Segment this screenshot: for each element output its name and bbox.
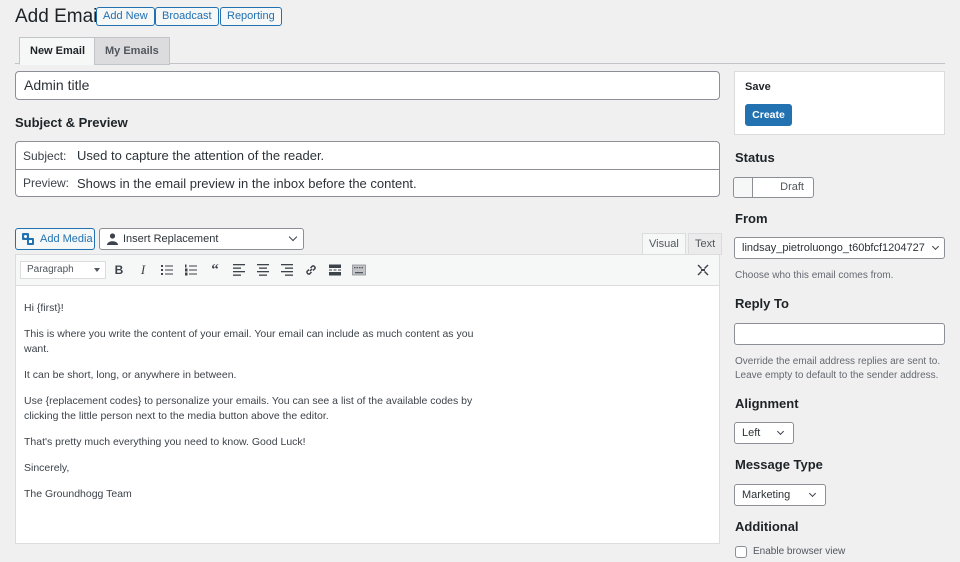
dropdown-arrow-icon	[94, 268, 100, 272]
bold-icon[interactable]: B	[111, 262, 127, 278]
add-media-label: Add Media	[40, 233, 93, 245]
content-paragraph: It can be short, long, or anywhere in be…	[24, 369, 237, 381]
broadcast-button[interactable]: Broadcast	[155, 7, 219, 26]
additional-heading: Additional	[735, 519, 799, 534]
from-heading: From	[735, 211, 768, 226]
reply-to-hint-2: Leave empty to default to the sender add…	[735, 370, 939, 381]
bulleted-list-icon[interactable]	[159, 262, 175, 278]
content-paragraph: That's pretty much everything you need t…	[24, 436, 306, 448]
tab-bar: New Email My Emails	[15, 37, 945, 65]
read-more-icon[interactable]	[327, 262, 343, 278]
reply-to-heading: Reply To	[735, 296, 789, 311]
preview-input[interactable]: Shows in the email preview in the inbox …	[77, 176, 417, 191]
toggle-knob	[734, 178, 753, 197]
add-media-button[interactable]: Add Media	[15, 228, 95, 250]
tab-text[interactable]: Text	[688, 233, 723, 255]
content-paragraph: Sincerely,	[24, 462, 70, 474]
numbered-list-icon[interactable]	[183, 262, 199, 278]
chevron-down-icon	[931, 242, 940, 251]
from-select[interactable]: lindsay_pietroluongo_t60bfcf1204727	[734, 237, 945, 259]
alignment-select[interactable]: Left	[734, 422, 794, 444]
tab-visual[interactable]: Visual	[642, 233, 686, 255]
alignment-select-value: Left	[742, 427, 761, 439]
preview-field[interactable]: Preview: Shows in the email preview in t…	[16, 169, 719, 196]
person-icon	[107, 233, 118, 245]
subject-input[interactable]: Used to capture the attention of the rea…	[77, 148, 324, 163]
from-select-value: lindsay_pietroluongo_t60bfcf1204727	[742, 242, 925, 254]
reporting-button[interactable]: Reporting	[220, 7, 282, 26]
toolbar-toggle-icon[interactable]	[351, 262, 367, 278]
editor-toolbar: Paragraph B I “	[16, 255, 719, 286]
blockquote-icon[interactable]: “	[207, 262, 223, 278]
subject-preview-heading: Subject & Preview	[15, 115, 128, 130]
italic-icon[interactable]: I	[135, 262, 151, 278]
email-editor: Paragraph B I “ Hi {first}! This is wher…	[15, 254, 720, 544]
insert-replacement-select[interactable]: Insert Replacement	[99, 228, 304, 250]
status-heading: Status	[735, 150, 775, 165]
align-center-icon[interactable]	[255, 262, 271, 278]
content-paragraph: Hi {first}!	[24, 302, 64, 314]
reply-to-hint: Override the email address replies are s…	[735, 356, 941, 367]
content-paragraph: The Groundhogg Team	[24, 488, 132, 500]
reply-to-input[interactable]	[734, 323, 945, 345]
browser-view-checkbox[interactable]	[735, 546, 747, 558]
save-panel: Save Create	[734, 71, 945, 135]
create-button[interactable]: Create	[745, 104, 792, 126]
admin-title-input[interactable]: Admin title	[15, 71, 720, 100]
preview-label: Preview:	[23, 176, 70, 190]
status-toggle[interactable]: Draft	[733, 177, 814, 198]
subject-field[interactable]: Subject: Used to capture the attention o…	[16, 142, 719, 169]
message-type-select[interactable]: Marketing	[734, 484, 826, 506]
alignment-heading: Alignment	[735, 396, 799, 411]
align-right-icon[interactable]	[279, 262, 295, 278]
browser-view-label: Enable browser view	[753, 546, 846, 557]
tab-new-email[interactable]: New Email	[19, 37, 97, 65]
subject-label: Subject:	[23, 148, 67, 163]
add-new-button[interactable]: Add New	[96, 7, 155, 26]
from-hint: Choose who this email comes from.	[735, 270, 894, 281]
page-title: Add Email	[15, 6, 102, 27]
tab-my-emails[interactable]: My Emails	[94, 37, 170, 65]
content-paragraph: Use {replacement codes} to personalize y…	[24, 395, 473, 422]
format-select-value: Paragraph	[27, 264, 74, 275]
message-type-select-value: Marketing	[742, 489, 791, 501]
media-icon	[22, 233, 34, 245]
fullscreen-icon[interactable]	[695, 262, 711, 278]
link-icon[interactable]	[303, 262, 319, 278]
insert-replacement-label: Insert Replacement	[123, 233, 219, 245]
message-type-heading: Message Type	[735, 457, 823, 472]
align-left-icon[interactable]	[231, 262, 247, 278]
chevron-down-icon	[288, 232, 298, 242]
format-select[interactable]: Paragraph	[20, 261, 106, 279]
content-paragraph: This is where you write the content of y…	[24, 328, 474, 355]
save-title: Save	[745, 81, 771, 93]
editor-content[interactable]: Hi {first}! This is where you write the …	[16, 286, 719, 528]
subject-preview-box: Subject: Used to capture the attention o…	[15, 141, 720, 197]
chevron-down-icon	[776, 427, 785, 436]
status-value: Draft	[780, 181, 804, 193]
chevron-down-icon	[808, 489, 817, 498]
